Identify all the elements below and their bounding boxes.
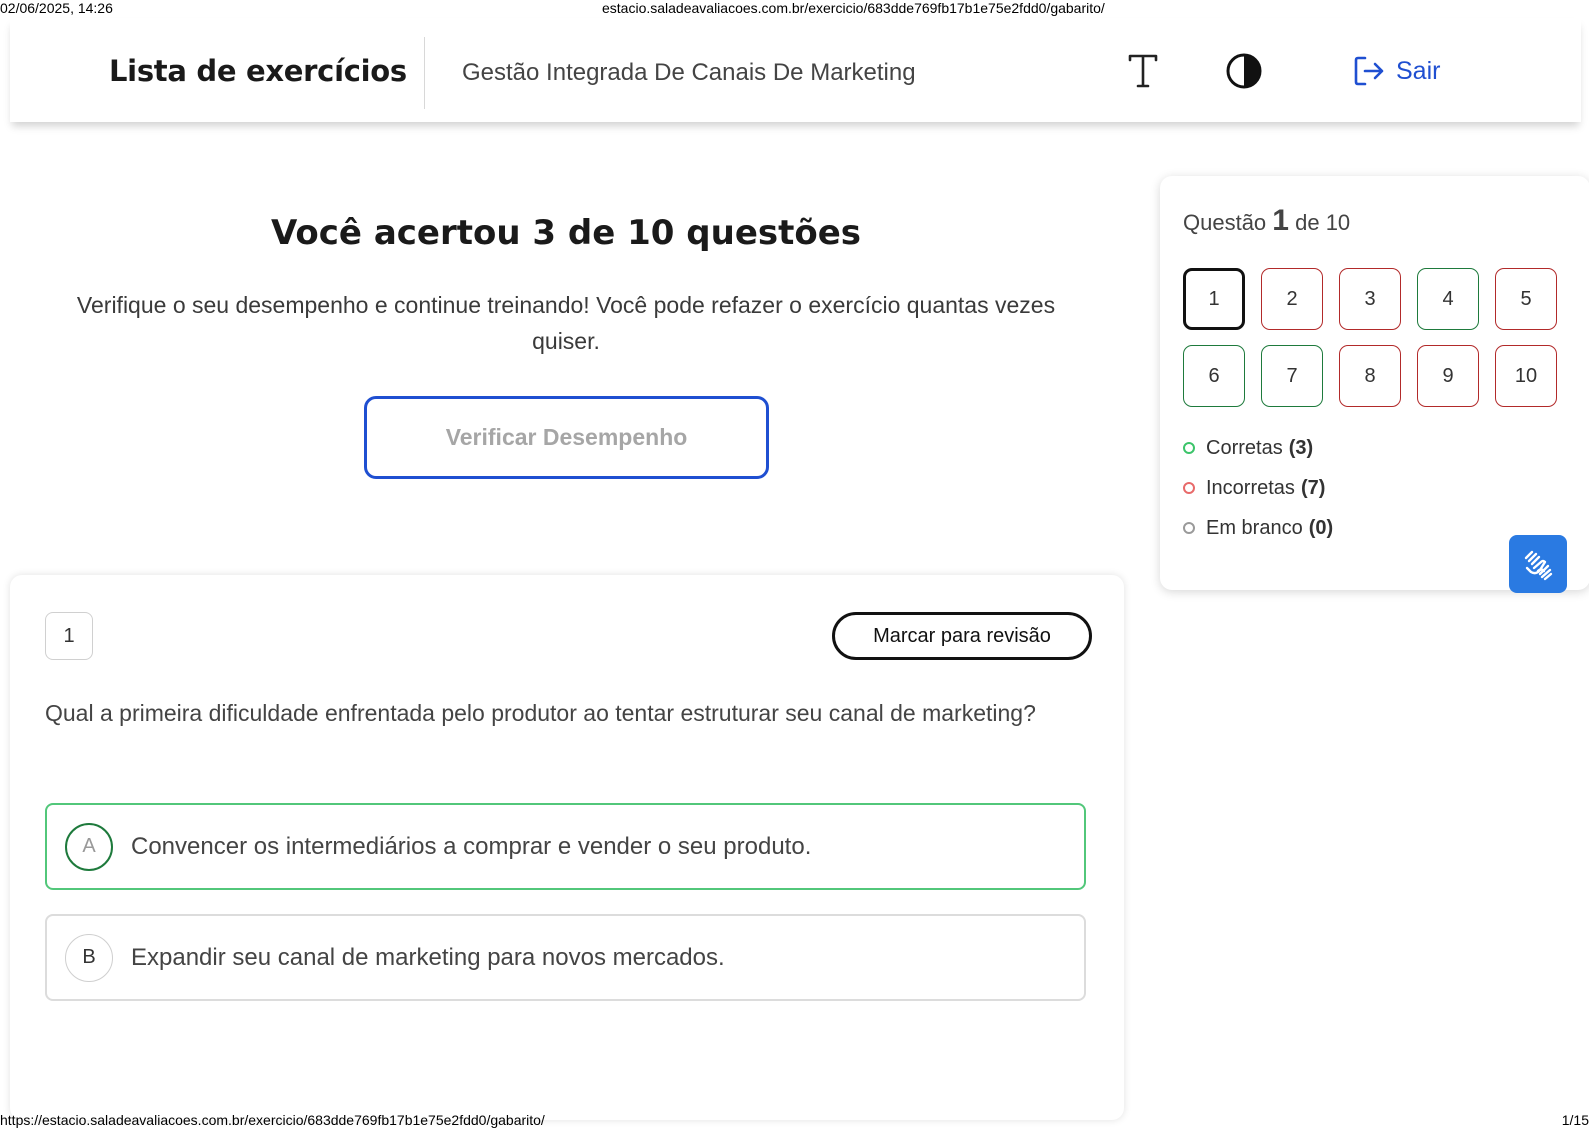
legend-label: Corretas — [1206, 436, 1283, 459]
question-cell-2[interactable]: 2 — [1261, 268, 1323, 330]
page-title: Lista de exercícios — [109, 54, 407, 88]
contrast-button[interactable] — [1225, 52, 1263, 90]
option-text: Convencer os intermediários a comprar e … — [131, 832, 812, 860]
legend-label: Incorretas — [1206, 476, 1295, 499]
verify-performance-button[interactable]: Verificar Desempenho — [364, 396, 769, 479]
question-navigator: Questão 1 de 10 1 2 3 4 5 6 7 8 9 10 Cor… — [1160, 176, 1589, 590]
logout-button[interactable]: Sair — [1352, 54, 1440, 88]
question-grid: 1 2 3 4 5 6 7 8 9 10 — [1183, 268, 1557, 407]
legend-label: Em branco — [1206, 516, 1303, 539]
print-footer-url: https://estacio.saladeavaliacoes.com.br/… — [0, 1112, 545, 1128]
question-counter-prefix: Questão — [1183, 210, 1267, 235]
question-text: Qual a primeira dificuldade enfrentada p… — [45, 700, 1036, 726]
print-header: 02/06/2025, 14:26 estacio.saladeavaliaco… — [0, 0, 1589, 18]
app-header: Lista de exercícios Gestão Integrada De … — [10, 18, 1581, 122]
question-cell-10[interactable]: 10 — [1495, 345, 1557, 407]
print-page-number: 1/15 — [1561, 1112, 1589, 1128]
question-cell-6[interactable]: 6 — [1183, 345, 1245, 407]
legend-count: (0) — [1308, 516, 1334, 539]
question-number: 1 — [45, 612, 93, 660]
print-footer: https://estacio.saladeavaliacoes.com.br/… — [0, 1112, 1589, 1130]
contrast-icon — [1226, 53, 1262, 89]
legend-count: (7) — [1300, 476, 1326, 499]
question-cell-3[interactable]: 3 — [1339, 268, 1401, 330]
question-card: 1 Marcar para revisão Qual a primeira di… — [10, 575, 1124, 1120]
font-size-button[interactable] — [1125, 52, 1161, 90]
question-cell-8[interactable]: 8 — [1339, 345, 1401, 407]
legend-correct: Corretas (3) — [1183, 428, 1333, 468]
option-a[interactable]: A Convencer os intermediários a comprar … — [45, 803, 1086, 890]
legend-blank: Em branco (0) — [1183, 508, 1333, 548]
result-title: Você acertou 3 de 10 questões — [270, 213, 862, 253]
option-letter: A — [65, 822, 113, 871]
logout-icon — [1354, 56, 1384, 86]
option-b[interactable]: B Expandir seu canal de marketing para n… — [45, 914, 1086, 1001]
header-divider — [424, 37, 425, 109]
question-cell-7[interactable]: 7 — [1261, 345, 1323, 407]
result-legend: Corretas (3) Incorretas (7) Em branco (0… — [1183, 428, 1333, 548]
option-letter: B — [65, 933, 113, 982]
logout-label: Sair — [1396, 56, 1441, 85]
blank-dot-icon — [1183, 522, 1195, 534]
question-cell-5[interactable]: 5 — [1495, 268, 1557, 330]
option-text: Expandir seu canal de marketing para nov… — [131, 943, 725, 971]
question-counter-suffix: de 10 — [1295, 210, 1351, 235]
question-counter-current: 1 — [1272, 204, 1289, 237]
font-size-icon — [1128, 54, 1158, 88]
mark-for-review-button[interactable]: Marcar para revisão — [832, 612, 1092, 660]
correct-dot-icon — [1183, 442, 1195, 454]
legend-incorrect: Incorretas (7) — [1183, 468, 1333, 508]
print-date: 02/06/2025, 14:26 — [0, 0, 113, 16]
result-subtitle: Verifique o seu desempenho e continue tr… — [76, 292, 1056, 354]
legend-count: (3) — [1288, 436, 1314, 459]
course-name: Gestão Integrada De Canais De Marketing — [462, 59, 916, 86]
question-cell-1[interactable]: 1 — [1183, 268, 1245, 330]
incorrect-dot-icon — [1183, 482, 1195, 494]
print-url: estacio.saladeavaliacoes.com.br/exercici… — [602, 0, 1105, 16]
question-counter: Questão 1 de 10 — [1183, 204, 1350, 238]
question-cell-4[interactable]: 4 — [1417, 268, 1479, 330]
libras-accessibility-button[interactable] — [1509, 535, 1567, 593]
question-cell-9[interactable]: 9 — [1417, 345, 1479, 407]
sign-language-hands-icon — [1524, 550, 1553, 581]
